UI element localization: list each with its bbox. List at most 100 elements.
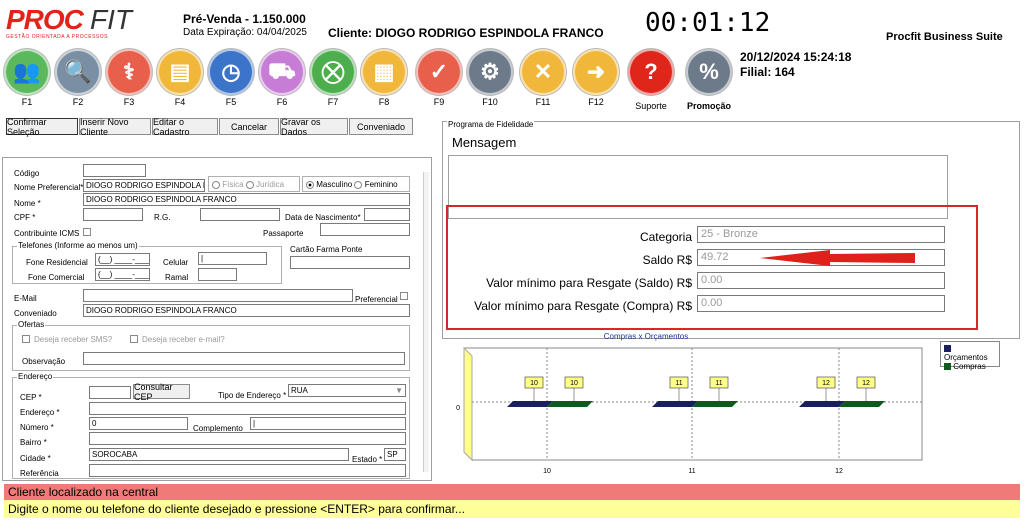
min-balance-label: Valor mínimo para Resgate (Saldo) R$ (486, 276, 692, 290)
arrow-right-icon[interactable]: ➜ (573, 49, 619, 95)
cpf-label: CPF * (14, 213, 36, 222)
masculino-label: Masculino (316, 180, 353, 189)
x-tick-label: 11 (688, 468, 695, 475)
observation-input[interactable] (83, 352, 405, 365)
farma-card-input[interactable] (290, 256, 410, 269)
street-input[interactable] (89, 402, 406, 415)
fisica-radio[interactable] (212, 180, 220, 189)
check-icon[interactable]: ✓ (416, 49, 462, 95)
phones-group-title: Telefones (Informe ao menos um) (17, 241, 139, 250)
legend-swatch-orcamentos (944, 345, 951, 353)
x-tick-label: 12 (835, 468, 843, 475)
truck-icon[interactable]: ⛟ (259, 49, 305, 95)
address-group-title: Endereço (17, 372, 54, 381)
name-label: Nome * (14, 199, 41, 208)
caduceus-icon[interactable]: ⚕ (106, 49, 152, 95)
id-card-icon[interactable]: ▤ (157, 49, 203, 95)
home-phone-input[interactable]: (__) ____-____ (95, 253, 150, 266)
reference-input[interactable] (89, 464, 406, 477)
confirm-selection-button[interactable]: Confirmar Seleção (6, 117, 78, 137)
fisica-label: Física (222, 180, 244, 189)
fkey-label-f4: F4 (174, 97, 186, 107)
fkey-label-f1: F1 (21, 97, 33, 107)
passport-label: Passaporte (263, 229, 304, 238)
form-scrollbar[interactable] (423, 172, 429, 472)
session-timer: 00:01:12 (645, 8, 771, 38)
convenient-input[interactable]: DIOGO RODRIGO ESPINDOLA FRANCO (83, 304, 410, 317)
data-label: 12 (862, 380, 870, 387)
preferred-checkbox-label: Preferencial (355, 295, 398, 304)
bar-orçamentos-10 (507, 401, 553, 407)
icms-checkbox[interactable] (83, 228, 91, 236)
cancel-button[interactable]: Cancelar (219, 118, 279, 135)
cancel-icon[interactable]: ✕ (520, 49, 566, 95)
insert-new-client-button[interactable]: Inserir Novo Cliente (79, 117, 151, 137)
fkey-label-f5: F5 (225, 97, 237, 107)
y-tick-label: 0 (456, 405, 460, 412)
min-purchase-input: 0.00 (697, 295, 945, 312)
extension-input[interactable] (198, 268, 237, 281)
dropdown-arrow-icon[interactable]: ▼ (395, 385, 403, 396)
client-name-header: Cliente: DIOGO RODRIGO ESPINDOLA FRANCO (328, 26, 604, 40)
legend-label-compras: Compras (953, 362, 986, 371)
birth-date-input[interactable] (364, 208, 410, 221)
complement-input[interactable]: | (250, 417, 406, 430)
person-type-group: Física Jurídica (208, 176, 300, 192)
category-label: Categoria (639, 230, 692, 244)
consult-cep-button[interactable]: Consultar CEP (133, 382, 190, 402)
edit-record-button[interactable]: Editar o Cadastro (152, 117, 218, 137)
loyalty-title: Programa de Fidelidade (447, 120, 535, 129)
clock-icon[interactable]: ◷ (208, 49, 254, 95)
fkey-label-f7: F7 (327, 97, 339, 107)
number-input[interactable]: 0 (89, 417, 188, 430)
state-input[interactable]: SP (384, 448, 406, 461)
convenient-button[interactable]: Conveniado (349, 118, 413, 135)
code-input[interactable] (83, 164, 146, 177)
bar-compras-12 (839, 401, 885, 407)
name-input[interactable]: DIOGO RODRIGO ESPINDOLA FRANCO (83, 193, 410, 206)
gender-group: Masculino Feminino (302, 176, 410, 192)
search-icon[interactable]: 🔍 (55, 49, 101, 95)
expiration-date: Data Expiração: 04/04/2025 (183, 27, 307, 38)
masculino-radio[interactable] (306, 180, 314, 189)
purchases-budgets-chart: 0 10 11 12 10 11 12 10 11 12 (456, 346, 923, 475)
farma-card-label: Cartão Farma Ponte (290, 245, 363, 254)
cart-icon[interactable]: ⛒ (310, 49, 356, 95)
preferred-checkbox[interactable] (400, 292, 408, 300)
juridica-radio[interactable] (245, 180, 254, 189)
feminino-label: Feminino (364, 180, 398, 189)
contact-card-icon[interactable]: ▦ (361, 49, 407, 95)
bar-compras-11 (692, 401, 738, 407)
min-balance-input: 0.00 (697, 272, 945, 289)
number-label: Número * (20, 423, 54, 432)
state-label: Estado * (352, 455, 383, 464)
feminino-radio[interactable] (354, 180, 363, 189)
cell-label: Celular (163, 258, 189, 267)
city-input[interactable]: SOROCABA (89, 448, 349, 461)
save-data-button[interactable]: Gravar os Dados (280, 117, 348, 137)
cep-input[interactable] (89, 386, 131, 399)
help-icon[interactable]: ? (628, 49, 674, 95)
email-input[interactable] (83, 289, 353, 302)
promotion-icon[interactable]: % (686, 49, 732, 95)
cell-input[interactable]: | (198, 252, 267, 265)
juridica-label: Jurídica (256, 180, 285, 189)
users-icon[interactable]: 👥 (4, 49, 50, 95)
sms-checkbox[interactable] (22, 335, 30, 343)
work-phone-input[interactable]: (__) ____-____ (95, 268, 150, 281)
passport-input[interactable] (320, 223, 410, 236)
current-datetime: 20/12/2024 15:24:18 (740, 50, 852, 64)
cpf-input[interactable] (83, 208, 143, 221)
fkey-label-f12: F12 (588, 97, 604, 107)
gears-icon[interactable]: ⚙ (467, 49, 513, 95)
email-offer-checkbox[interactable] (130, 335, 138, 343)
address-type-value: RUA (291, 386, 308, 395)
address-type-select[interactable]: RUA ▼ (288, 384, 406, 397)
rg-input[interactable] (200, 208, 280, 221)
logo-fit-text: FIT (90, 4, 132, 35)
data-label: 11 (715, 380, 722, 387)
street-label: Endereço * (20, 408, 60, 417)
preferred-name-input[interactable]: DIOGO RODRIGO ESPINDOLA F (83, 179, 205, 192)
home-phone-label: Fone Residencial (26, 258, 88, 267)
district-input[interactable] (89, 432, 406, 445)
